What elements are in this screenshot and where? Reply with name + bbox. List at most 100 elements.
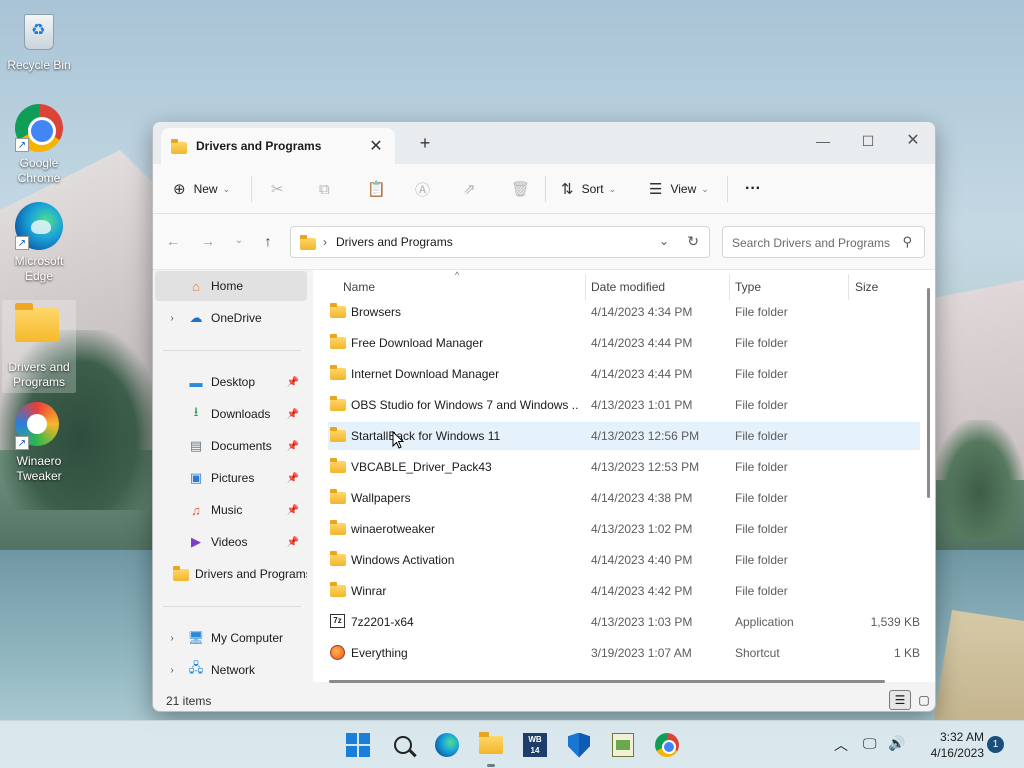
file-row[interactable]: winaerotweaker 4/13/2023 1:02 PM File fold… bbox=[328, 515, 920, 543]
desktop-icon-winaero[interactable]: ↗ Winaero Tweaker bbox=[2, 402, 76, 484]
show-hidden-icons-button[interactable]: ︿ bbox=[834, 735, 848, 755]
file-size: 1,539 KB bbox=[870, 615, 920, 629]
column-header-date[interactable]: Date modified bbox=[591, 280, 665, 294]
search-input[interactable]: Search Drivers and Programs ⚲ bbox=[722, 226, 925, 258]
sidebar-item-drivers-and-programs[interactable]: Drivers and Programs bbox=[155, 559, 307, 589]
notepad-icon bbox=[612, 733, 634, 757]
new-tab-button[interactable]: + bbox=[415, 133, 435, 154]
column-divider[interactable] bbox=[729, 274, 730, 300]
new-button[interactable]: ⊕ New ⌄ bbox=[173, 177, 230, 201]
details-view-button[interactable]: ☰ bbox=[889, 690, 911, 710]
paste-button[interactable]: 📋 bbox=[367, 177, 386, 201]
file-name: OBS Studio for Windows 7 and Windows ... bbox=[351, 398, 579, 412]
maximize-button[interactable]: ☐ bbox=[848, 128, 888, 156]
file-type: File folder bbox=[735, 491, 788, 505]
file-date: 3/19/2023 1:07 AM bbox=[591, 646, 692, 660]
file-row[interactable]: Browsers 4/14/2023 4:34 PM File folder bbox=[328, 298, 920, 326]
recent-locations-button[interactable]: ⌄ bbox=[229, 235, 249, 246]
sidebar-item-pictures[interactable]: ▣ Pictures 📌 bbox=[155, 463, 307, 493]
expand-chevron-icon[interactable]: › bbox=[165, 633, 179, 644]
file-row[interactable]: Wallpapers 4/14/2023 4:38 PM File folder bbox=[328, 484, 920, 512]
close-window-button[interactable]: ✕ bbox=[893, 128, 933, 156]
close-tab-icon[interactable]: ✕ bbox=[367, 136, 385, 156]
horizontal-scrollbar[interactable] bbox=[329, 680, 885, 683]
music-icon: ♫ bbox=[191, 502, 201, 518]
sidebar-item-downloads[interactable]: ⭳ Downloads 📌 bbox=[155, 399, 307, 429]
expand-chevron-icon[interactable]: › bbox=[165, 665, 179, 676]
notification-badge[interactable]: 1 bbox=[987, 736, 1004, 753]
file-row[interactable]: 7z 7z2201-x64 4/13/2023 1:03 PM Application… bbox=[328, 608, 920, 636]
file-row[interactable]: OBS Studio for Windows 7 and Windows ...… bbox=[328, 391, 920, 419]
view-label: View bbox=[670, 182, 697, 196]
folder-icon bbox=[330, 458, 346, 473]
rename-button[interactable]: Ⓐ bbox=[415, 177, 430, 201]
desktop-icon-drivers-folder[interactable]: Drivers and Programs bbox=[2, 300, 76, 393]
start-button[interactable] bbox=[344, 731, 372, 759]
network-status-icon[interactable]: 🖵 bbox=[863, 735, 877, 752]
copy-icon: ⧉ bbox=[319, 180, 330, 198]
file-date: 4/14/2023 4:34 PM bbox=[591, 305, 693, 319]
column-header-name[interactable]: Name bbox=[343, 280, 375, 294]
view-button[interactable]: ☰ View ⌄ bbox=[649, 177, 709, 201]
sidebar-item-onedrive[interactable]: › ☁ OneDrive bbox=[155, 303, 307, 333]
column-divider[interactable] bbox=[848, 274, 849, 300]
cut-button[interactable]: ✂ bbox=[271, 177, 284, 201]
sidebar-item-music[interactable]: ♫ Music 📌 bbox=[155, 495, 307, 525]
file-date: 4/13/2023 1:01 PM bbox=[591, 398, 693, 412]
copy-button[interactable]: ⧉ bbox=[319, 177, 330, 201]
clock[interactable]: 3:32 AM 4/16/2023 bbox=[912, 729, 984, 761]
vertical-scrollbar[interactable] bbox=[927, 288, 930, 498]
desktop-icon-label: Microsoft Edge bbox=[14, 254, 64, 283]
taskbar-file-explorer[interactable] bbox=[477, 731, 505, 759]
file-type: File folder bbox=[735, 398, 788, 412]
delete-button[interactable]: 🗑 bbox=[511, 177, 530, 201]
volume-icon[interactable]: 🔊 bbox=[888, 735, 905, 752]
minimize-button[interactable]: — bbox=[803, 128, 843, 156]
sidebar-item-network[interactable]: › 🖧 Network bbox=[155, 655, 307, 685]
sidebar-item-my-computer[interactable]: › 🖥 My Computer bbox=[155, 623, 307, 653]
item-count: 21 items bbox=[166, 694, 212, 708]
large-icons-view-button[interactable]: ▢ bbox=[913, 690, 935, 710]
file-row[interactable]: VBCABLE_Driver_Pack43 4/13/2023 12:53 PM F… bbox=[328, 453, 920, 481]
taskbar-wb14[interactable]: WB 14 bbox=[521, 731, 549, 759]
share-button[interactable]: ⇗ bbox=[463, 177, 476, 201]
sidebar-item-home[interactable]: ⌂ Home bbox=[155, 271, 307, 301]
back-button[interactable]: ← bbox=[163, 233, 183, 249]
network-icon: 🖧 bbox=[188, 660, 204, 675]
sidebar-item-desktop[interactable]: ▬ Desktop 📌 bbox=[155, 367, 307, 397]
refresh-icon[interactable]: ↻ bbox=[687, 233, 699, 250]
file-row[interactable]: Free Download Manager 4/14/2023 4:44 PM Fi… bbox=[328, 329, 920, 357]
more-options-button[interactable]: ··· bbox=[745, 177, 761, 201]
chrome-icon bbox=[655, 733, 679, 757]
column-header-type[interactable]: Type bbox=[735, 280, 761, 294]
taskbar-chrome[interactable] bbox=[653, 731, 681, 759]
desktop-icon-chrome[interactable]: ↗ Google Chrome bbox=[2, 104, 76, 186]
taskbar-security[interactable] bbox=[565, 731, 593, 759]
chevron-down-icon: ⌄ bbox=[701, 183, 709, 194]
pictures-icon: ▣ bbox=[189, 470, 203, 485]
sort-button[interactable]: ⇅ Sort ⌄ bbox=[561, 177, 616, 201]
desktop-icon-recycle-bin[interactable]: Recycle Bin bbox=[2, 10, 76, 73]
column-divider[interactable] bbox=[585, 274, 586, 300]
file-size: 1 KB bbox=[893, 646, 920, 660]
taskbar-edge[interactable] bbox=[433, 731, 461, 759]
column-header-size[interactable]: Size bbox=[855, 280, 878, 294]
file-row[interactable]: Internet Download Manager 4/14/2023 4:44 … bbox=[328, 360, 920, 388]
sidebar-item-documents[interactable]: ▤ Documents 📌 bbox=[155, 431, 307, 461]
desktop-icon-edge[interactable]: ↗ Microsoft Edge bbox=[2, 202, 76, 284]
file-row[interactable]: Winrar 4/14/2023 4:42 PM File folder bbox=[328, 577, 920, 605]
tab-drivers-and-programs[interactable]: Drivers and Programs ✕ bbox=[161, 128, 395, 164]
sidebar-item-videos[interactable]: ▶ Videos 📌 bbox=[155, 527, 307, 557]
address-dropdown-icon[interactable]: ⌄ bbox=[659, 234, 669, 248]
file-row[interactable]: StartallBack for Windows 11 4/13/2023 12:… bbox=[328, 422, 920, 450]
mouse-cursor-icon bbox=[392, 431, 404, 449]
expand-chevron-icon[interactable]: › bbox=[165, 313, 179, 324]
up-button[interactable]: ↑ bbox=[258, 233, 278, 249]
taskbar-search-button[interactable] bbox=[389, 731, 417, 759]
forward-button[interactable]: → bbox=[198, 233, 218, 249]
address-bar[interactable]: › Drivers and Programs ⌄ ↻ bbox=[290, 226, 710, 258]
taskbar-notepad[interactable] bbox=[609, 731, 637, 759]
file-row[interactable]: Windows Activation 4/14/2023 4:40 PM File … bbox=[328, 546, 920, 574]
file-row[interactable]: Everything 3/19/2023 1:07 AM Shortcut 1 KB bbox=[328, 639, 920, 667]
file-date: 4/14/2023 4:38 PM bbox=[591, 491, 693, 505]
